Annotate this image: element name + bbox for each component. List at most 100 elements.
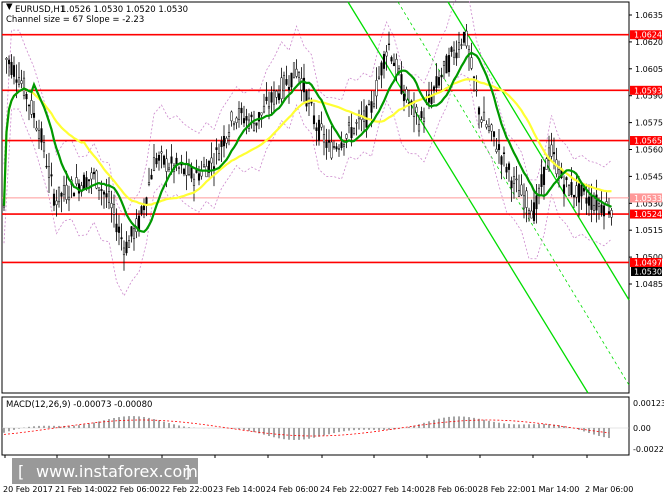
macd-bar xyxy=(463,416,465,428)
candle-body xyxy=(227,132,231,137)
candle-body xyxy=(137,215,141,231)
candle-body xyxy=(592,204,596,211)
macd-bar xyxy=(493,421,495,428)
candle-body xyxy=(470,57,473,69)
candle-body xyxy=(565,177,568,181)
candle-body xyxy=(522,195,526,209)
collapse-triangle-icon[interactable]: ▼ xyxy=(6,2,13,12)
candle-body xyxy=(347,122,351,126)
level-label: 1.0624 xyxy=(634,31,662,40)
candle-body xyxy=(572,194,576,198)
candle-body xyxy=(145,197,148,205)
macd-tick-top: 0.00123 xyxy=(633,399,664,408)
macd-bar xyxy=(108,419,110,428)
macd-bar xyxy=(18,428,20,429)
level-label: 1.0524 xyxy=(634,210,662,219)
candle-body xyxy=(40,128,43,143)
macd-bar xyxy=(518,424,520,428)
candle-body xyxy=(190,166,193,179)
candle-body xyxy=(20,80,23,84)
macd-bar xyxy=(348,428,350,431)
macd-bar xyxy=(418,424,420,428)
candle-body xyxy=(337,148,341,150)
candle-body xyxy=(342,143,346,147)
candle-body xyxy=(55,200,58,206)
candle-body xyxy=(300,78,303,91)
candle-body xyxy=(325,141,328,148)
candle-body xyxy=(540,174,543,187)
candle-body xyxy=(67,196,71,201)
candle-body xyxy=(402,94,406,102)
candle-body xyxy=(580,184,583,197)
candle-body xyxy=(460,44,463,46)
candle-body xyxy=(482,111,486,121)
macd-bar xyxy=(8,428,10,432)
candle-body xyxy=(502,152,506,154)
candle-body xyxy=(435,76,438,88)
candle-body xyxy=(182,168,186,175)
macd-bar xyxy=(128,416,130,428)
ohlc-values: 1.0526 1.0530 1.0520 1.0530 xyxy=(61,5,188,15)
candle-body xyxy=(327,140,331,143)
macd-bar xyxy=(328,428,330,435)
macd-tick-bottom: -0.00221 xyxy=(633,445,664,454)
candle-body xyxy=(515,178,518,181)
candle-body xyxy=(492,131,496,137)
macd-bar xyxy=(183,426,185,428)
candle-body xyxy=(532,202,536,221)
macd-bar xyxy=(53,425,55,428)
candle-body xyxy=(157,155,161,161)
candle-body xyxy=(95,170,98,189)
candle-body xyxy=(597,203,601,207)
macd-bar xyxy=(298,428,300,440)
candle-body xyxy=(287,86,291,91)
candle-body xyxy=(382,53,386,69)
candle-body xyxy=(100,189,103,191)
macd-bar xyxy=(543,424,545,428)
macd-bar xyxy=(173,424,175,428)
candle-body xyxy=(152,157,156,171)
candle-body xyxy=(132,228,136,240)
candle-body xyxy=(542,166,546,185)
candle-body xyxy=(277,93,281,101)
candle-body xyxy=(292,62,296,79)
candle-body xyxy=(455,52,458,59)
candle-body xyxy=(150,174,153,180)
candle-body xyxy=(512,175,516,184)
price-tick-label: 1.0575 xyxy=(635,119,663,128)
macd-bar xyxy=(188,427,190,428)
macd-bar xyxy=(88,423,90,428)
candle-body xyxy=(320,123,323,128)
macd-bar xyxy=(123,416,125,428)
candle-body xyxy=(92,171,96,175)
macd-bar xyxy=(268,428,270,437)
macd-bar xyxy=(343,428,345,432)
macd-bar xyxy=(118,417,120,428)
macd-bar xyxy=(338,428,340,433)
time-tick-label: 22 Feb 22:00 xyxy=(160,485,212,494)
candle-body xyxy=(585,197,588,204)
macd-bar xyxy=(153,419,155,428)
macd-bar xyxy=(383,428,385,430)
candle-body xyxy=(192,178,196,186)
current-price-label: 1.0530 xyxy=(634,268,662,277)
candle-body xyxy=(2,205,6,208)
candle-body xyxy=(452,49,456,58)
macd-bar xyxy=(508,423,510,428)
time-tick-label: 28 Feb 22:00 xyxy=(478,485,530,494)
price-tick-label: 1.0635 xyxy=(635,11,663,20)
candle-body xyxy=(170,156,173,164)
candle-body xyxy=(52,193,56,206)
macd-bar xyxy=(178,425,180,428)
candle-body xyxy=(600,204,603,213)
candle-body xyxy=(282,75,286,92)
price-chart[interactable]: ▼ EURUSD,H1 1.0526 1.0530 1.0520 1.0530 … xyxy=(0,0,664,498)
candle-body xyxy=(610,210,613,218)
candle-body xyxy=(335,146,338,150)
candle-body xyxy=(510,180,513,189)
price-tick-label: 1.0545 xyxy=(635,172,663,181)
channel-info: Channel size = 67 Slope = -2.23 xyxy=(6,15,144,25)
candle-body xyxy=(400,74,403,94)
chart-stage: ▼ EURUSD,H1 1.0526 1.0530 1.0520 1.0530 … xyxy=(0,0,664,498)
candle-body xyxy=(112,204,116,215)
